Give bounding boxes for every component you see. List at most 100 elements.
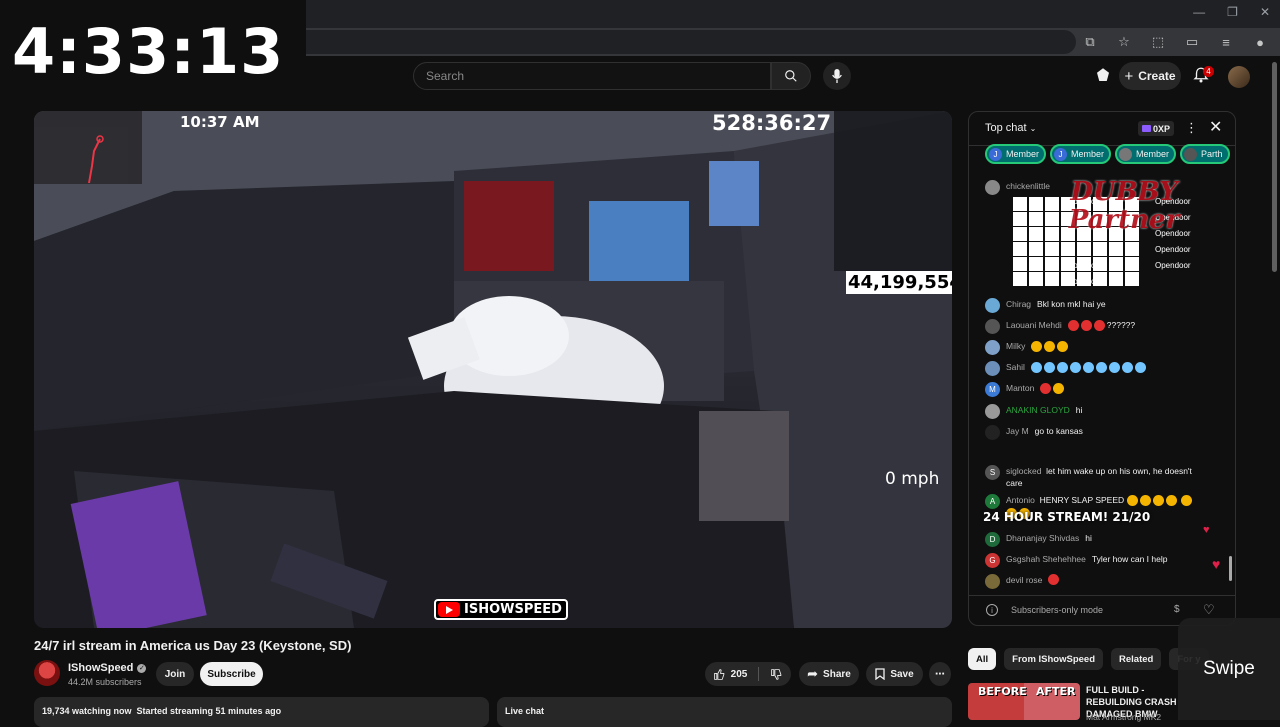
chat-author: Sahil [1006, 362, 1025, 372]
voice-search-button[interactable] [823, 62, 851, 90]
heart-reaction-icon: ♥ [1203, 524, 1210, 536]
heart-reaction-icon: ♥ [1212, 556, 1221, 572]
laughing-emoji-icon [1126, 495, 1138, 507]
opendoor-text: Opendoor [1067, 261, 1103, 270]
description-box[interactable]: 19,734 watching now Started streaming 51… [34, 697, 489, 727]
chip-avatar: J [989, 147, 1002, 161]
video-frame [34, 111, 952, 628]
chat-title: Top chat [985, 122, 1027, 134]
laughing-emoji-icon [1044, 341, 1056, 353]
install-app-icon[interactable]: ⧉ [1080, 32, 1100, 52]
video-player[interactable]: 10:37 AM 528:36:27 44,199,554 0 mph ISHO… [34, 111, 952, 628]
member-chip[interactable]: J Member [985, 144, 1047, 164]
channel-avatar[interactable] [34, 660, 60, 686]
member-chip[interactable]: Parth [1180, 144, 1230, 164]
chat-avatar [985, 180, 1000, 195]
chat-text: HENRY SLAP SPEED [1039, 495, 1125, 505]
like-count: 205 [730, 668, 748, 680]
info-icon[interactable]: i [986, 604, 998, 616]
chat-menu-icon[interactable]: ⋮ [1185, 120, 1198, 136]
laughing-emoji-icon [1139, 495, 1151, 507]
chat-text: Bkl kon mkl hai ye [1037, 299, 1106, 309]
create-button[interactable]: + Create [1119, 62, 1181, 90]
chat-avatar [985, 361, 1000, 376]
search-input[interactable]: Search [413, 62, 771, 90]
chat-mode-dropdown[interactable]: Top chat ⌄ [985, 122, 1036, 134]
chip-from-channel[interactable]: From IShowSpeed [1004, 648, 1104, 670]
member-chip[interactable]: J Member [1050, 144, 1112, 164]
reading-list-icon[interactable]: ≡ [1216, 32, 1236, 52]
share-icon: ➦ [807, 666, 819, 681]
profile-icon[interactable]: ● [1250, 32, 1270, 52]
chat-message: devil rose [985, 574, 1205, 589]
chip-avatar [1184, 147, 1198, 161]
super-chat-icon[interactable]: $ [1174, 604, 1180, 615]
cold-emoji-icon [1121, 362, 1133, 374]
video-title: 24/7 irl stream in America us Day 23 (Ke… [34, 638, 352, 653]
subscribe-button[interactable]: Subscribe [200, 662, 263, 686]
close-chat-icon[interactable]: ✕ [1209, 117, 1222, 137]
window-controls: — ❐ ✕ [1193, 5, 1270, 19]
live-chat-panel: Top chat ⌄ 0XP ⋮ ✕ J Member J Member Membe… [968, 111, 1236, 626]
chat-avatar: S [985, 465, 1000, 480]
save-button[interactable]: Save [866, 662, 923, 686]
share-button[interactable]: ➦ Share [799, 662, 859, 686]
chip-related[interactable]: Related [1111, 648, 1162, 670]
angry-emoji-icon [1080, 320, 1092, 332]
thumbs-down-icon[interactable] [770, 668, 783, 681]
chat-text: hi [1085, 533, 1092, 543]
chat-avatar [985, 319, 1000, 334]
account-avatar[interactable] [1228, 66, 1250, 88]
member-chip[interactable]: Member [1115, 144, 1177, 164]
cold-emoji-icon [1043, 362, 1055, 374]
plus-icon: + [1124, 67, 1134, 85]
search-button[interactable] [771, 62, 811, 90]
chat-message: Milky [985, 340, 1205, 355]
chat-author: Dhananjay Shivdas [1006, 533, 1080, 543]
chat-message: Sahil [985, 361, 1205, 376]
xp-badge[interactable]: 0XP [1138, 121, 1175, 136]
live-chat-label: Live chat [505, 706, 545, 716]
chat-author: siglocked [1006, 466, 1042, 476]
extensions-icon[interactable]: ⬚ [1148, 32, 1168, 52]
restore-icon[interactable]: ❐ [1227, 5, 1238, 19]
cast-icon[interactable] [1094, 66, 1114, 86]
chip-label: Parth [1201, 149, 1223, 159]
address-bar[interactable] [306, 30, 1076, 54]
close-window-icon[interactable]: ✕ [1260, 5, 1270, 19]
thumb-after-text: AFTER [1036, 685, 1076, 698]
laughing-emoji-icon [1057, 341, 1069, 353]
chat-scrollbar[interactable] [1229, 556, 1232, 581]
route-minimap [34, 111, 142, 184]
like-button[interactable]: 205 [713, 668, 748, 681]
more-icon: ⋯ [935, 668, 945, 680]
cold-emoji-icon [1082, 362, 1094, 374]
popcorn-emoji-icon [1040, 383, 1052, 395]
channel-name[interactable]: IShowSpeed ✓ [68, 662, 147, 674]
bookmark-star-icon[interactable]: ☆ [1114, 32, 1134, 52]
live-chat-toggle[interactable]: Live chat [497, 697, 952, 727]
heart-icon[interactable]: ♡ [1203, 602, 1215, 618]
chat-avatar: M [985, 382, 1000, 397]
tab-strip[interactable] [306, 0, 1280, 28]
chat-avatar: G [985, 553, 1000, 568]
chip-avatar: J [1054, 147, 1068, 161]
subscriber-counter: 44,199,554 [846, 271, 952, 294]
related-video-thumbnail[interactable]: BEFORE AFTER [968, 683, 1080, 720]
page-scrollbar[interactable] [1272, 62, 1277, 272]
chat-message: G Gsgshah Shehehhee Tyler how can I help [985, 553, 1205, 568]
stream-clock: 10:37 AM [180, 113, 260, 131]
xp-value: 0XP [1153, 123, 1171, 134]
bookmark-icon [875, 668, 885, 680]
chip-all[interactable]: All [968, 648, 997, 670]
save-label: Save [890, 668, 914, 680]
timer-overlay: 4:33:13 [0, 0, 306, 84]
more-actions-button[interactable]: ⋯ [929, 662, 951, 686]
laughing-emoji-icon [1152, 495, 1164, 507]
chat-text: hi [1075, 405, 1083, 415]
chip-label: Member [1006, 149, 1040, 159]
chat-message: M Manton [985, 382, 1205, 397]
join-button[interactable]: Join [156, 662, 194, 686]
minimize-icon[interactable]: — [1193, 5, 1205, 19]
media-icon[interactable]: ▭ [1182, 32, 1202, 52]
